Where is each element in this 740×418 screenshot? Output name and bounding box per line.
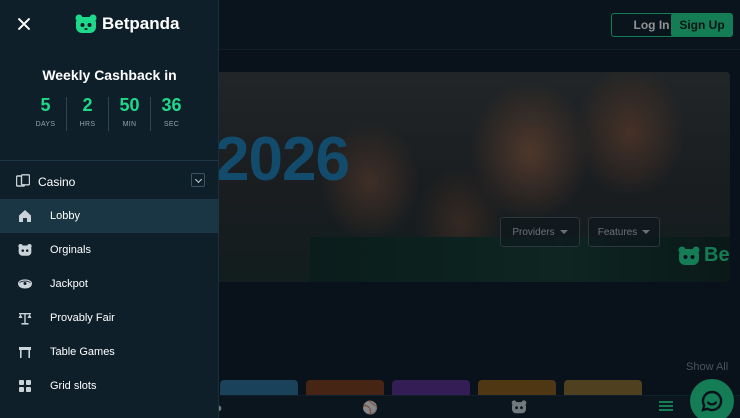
countdown-minutes: 50 MIN [109, 95, 150, 131]
countdown-value: 5 [40, 95, 51, 115]
side-drawer: Betpanda Weekly Cashback in 5 DAYS 2 HRS… [0, 0, 219, 418]
countdown-unit: DAYS [35, 121, 56, 128]
brand-logo[interactable]: Betpanda [75, 14, 179, 34]
scales-icon [18, 313, 32, 325]
chevron-down-icon[interactable] [191, 173, 205, 187]
cashback-title: Weekly Cashback in [42, 67, 177, 83]
menu-item-label: Jackpot [50, 278, 88, 290]
menu-item-provably-fair[interactable]: Provably Fair [0, 301, 219, 335]
countdown-unit: HRS [79, 121, 96, 128]
casino-icon [16, 174, 30, 187]
countdown-unit: SEC [163, 121, 180, 128]
brand-name: Betpanda [102, 14, 180, 33]
close-icon[interactable] [14, 14, 34, 34]
countdown-value: 50 [119, 95, 140, 115]
countdown-unit: MIN [122, 121, 137, 128]
casino-section-toggle[interactable]: Casino [0, 166, 219, 196]
menu-item-grid-slots[interactable]: Grid slots [0, 369, 219, 403]
menu-item-jackpot[interactable]: Jackpot [0, 267, 219, 301]
menu-item-lobby[interactable]: Lobby [0, 199, 219, 233]
jackpot-icon [18, 279, 32, 289]
menu-item-label: Provably Fair [50, 312, 115, 324]
countdown-hours: 2 HRS [67, 95, 108, 131]
countdown-seconds: 36 SEC [151, 95, 192, 131]
panda-logo-icon [75, 14, 97, 33]
drawer-divider [0, 160, 219, 161]
menu-item-label: Table Games [50, 346, 115, 358]
grid-icon [19, 380, 31, 392]
home-icon [19, 210, 31, 222]
cashback-countdown: 5 DAYS 2 HRS 50 MIN 36 SEC [25, 95, 192, 131]
menu-item-originals[interactable]: Orginals [0, 233, 219, 267]
countdown-value: 36 [161, 95, 182, 115]
drawer-header: Betpanda [0, 0, 219, 50]
menu-item-label: Grid slots [50, 380, 97, 392]
menu-item-label: Lobby [50, 210, 80, 222]
countdown-days: 5 DAYS [25, 95, 66, 131]
casino-section-label: Casino [38, 175, 76, 189]
countdown-value: 2 [82, 95, 93, 115]
menu-item-label: Orginals [50, 244, 91, 256]
menu-item-table-games[interactable]: Table Games [0, 335, 219, 369]
panda-icon [18, 243, 32, 256]
table-icon [19, 347, 31, 358]
